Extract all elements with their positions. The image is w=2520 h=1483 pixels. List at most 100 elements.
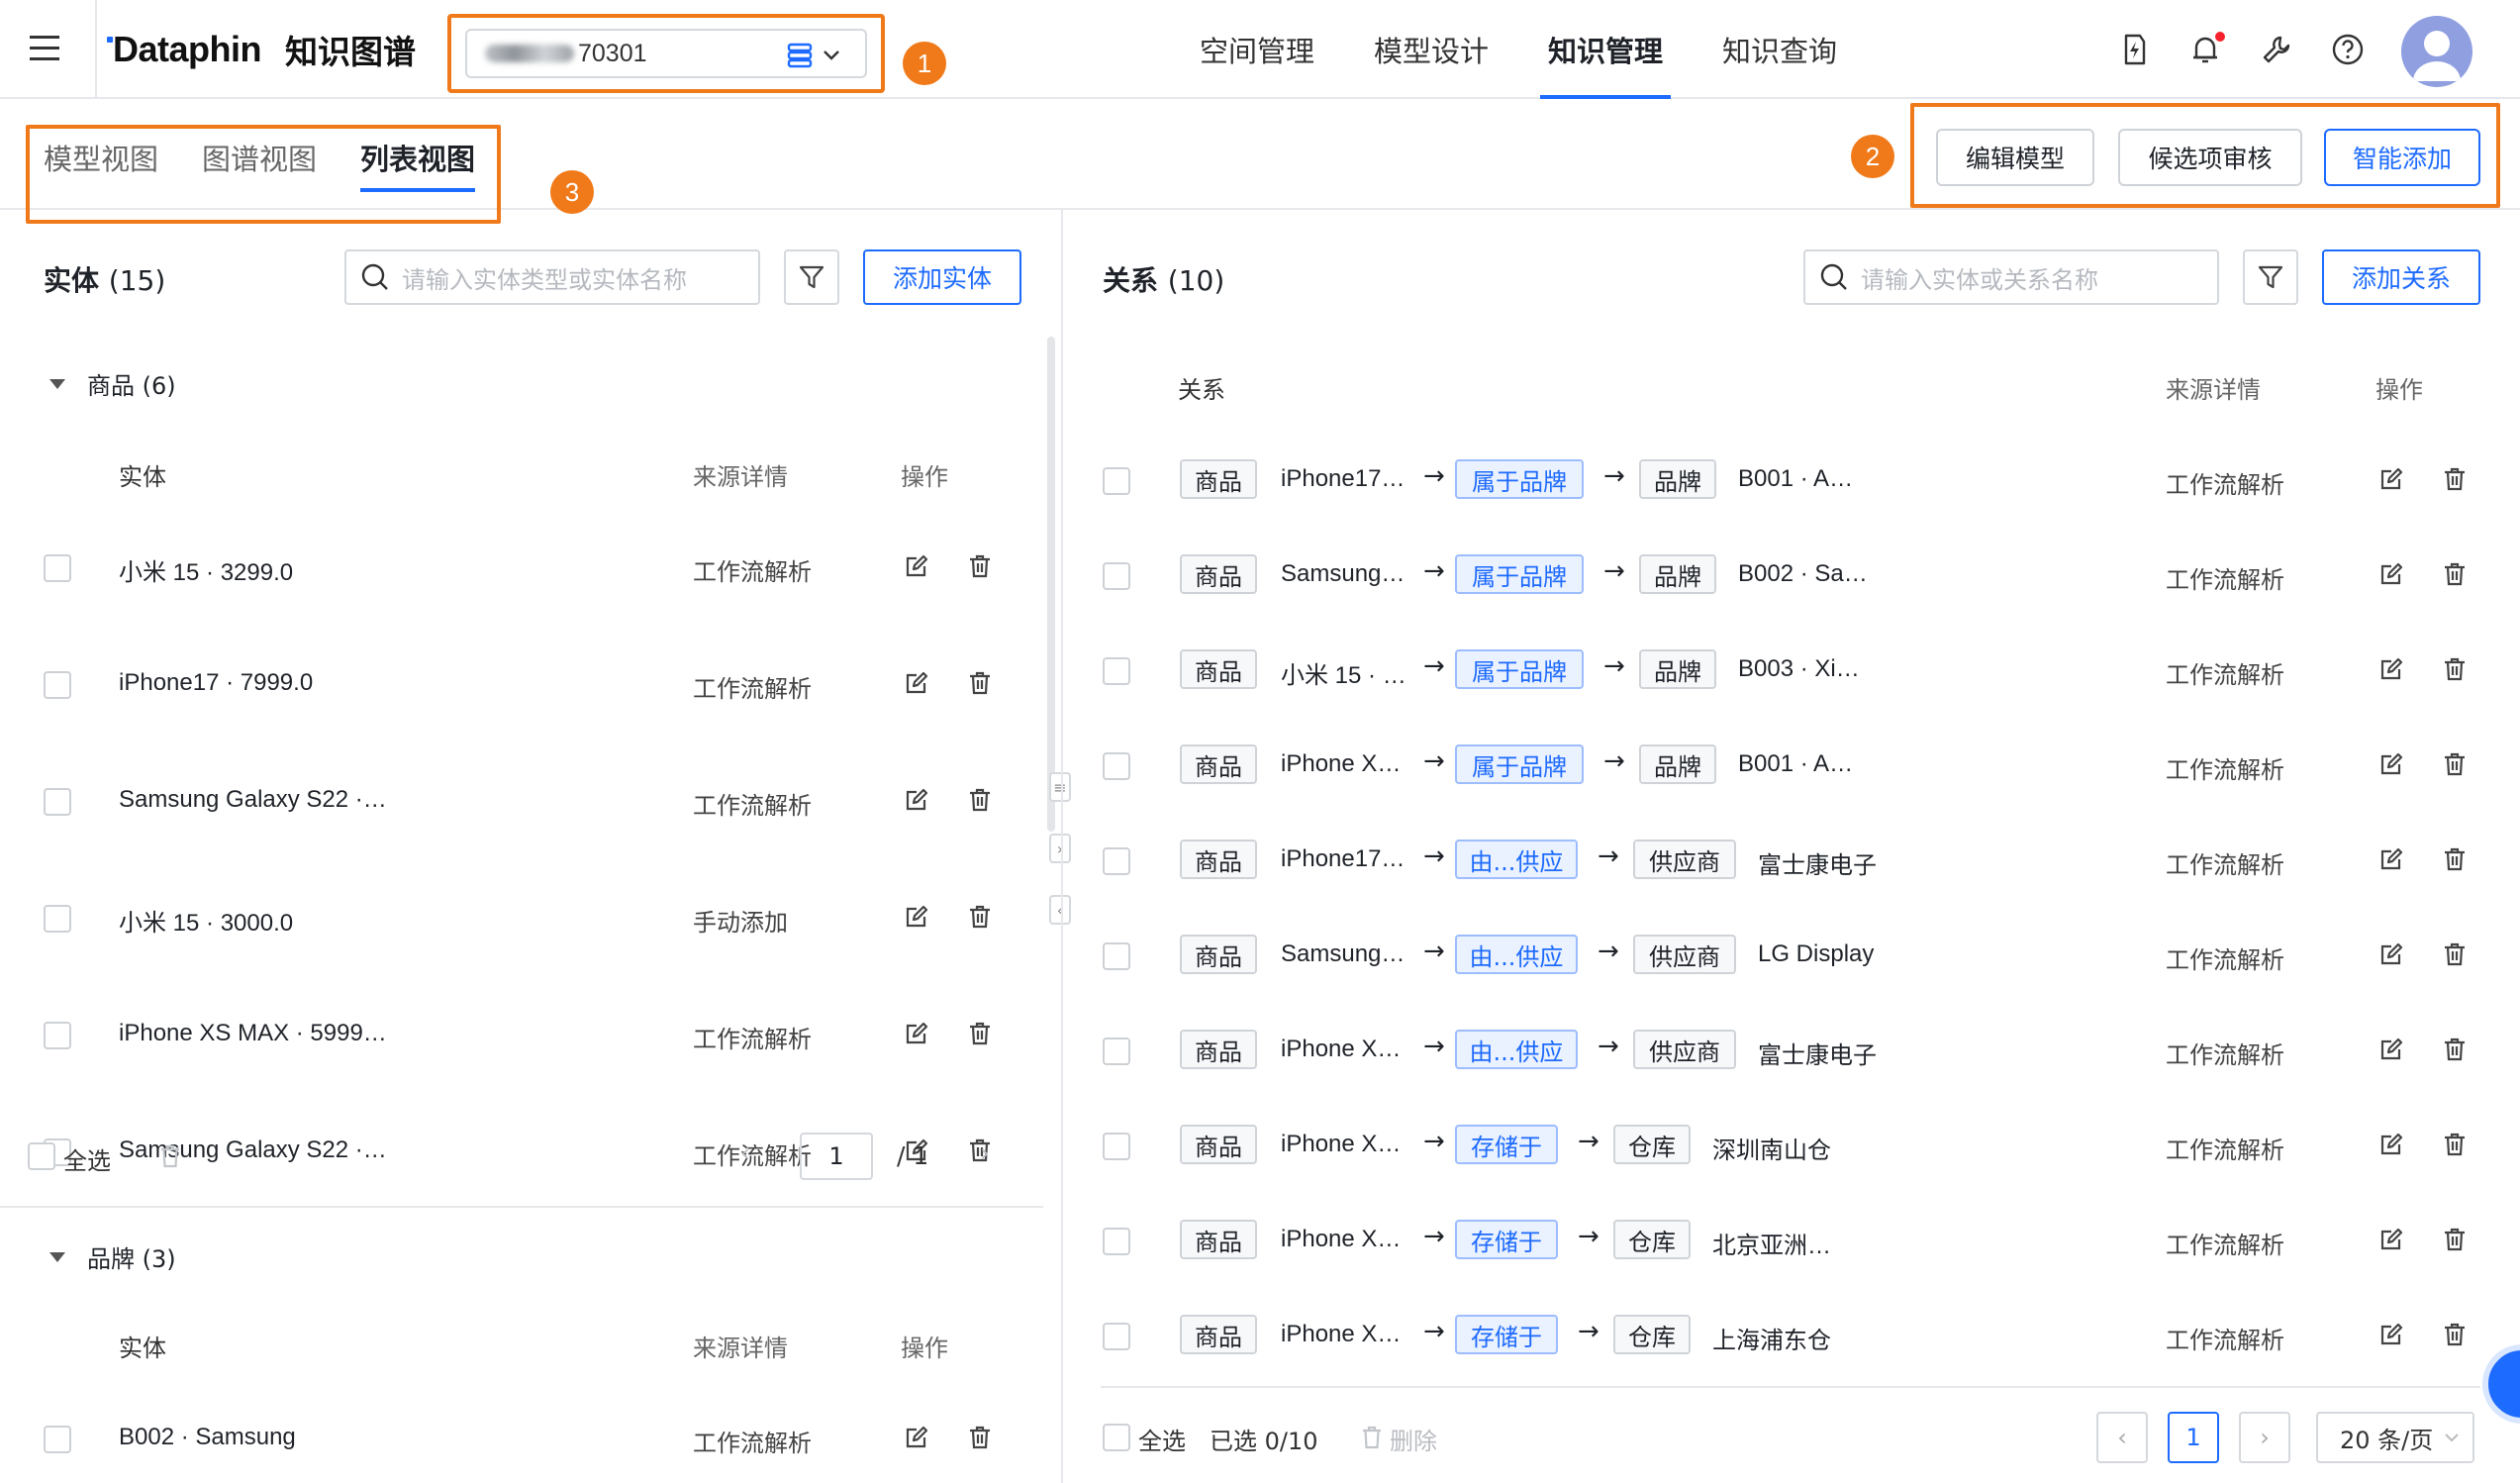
relation-type-tag[interactable]: 属于品牌 [1455,649,1584,689]
edit-icon[interactable] [903,786,930,814]
row-checkbox[interactable] [44,1426,71,1453]
delete-icon[interactable] [2441,655,2469,683]
delete-icon[interactable] [2441,1036,2469,1063]
delete-icon[interactable] [2441,1321,2469,1348]
edit-icon[interactable] [2377,465,2405,493]
delete-icon[interactable] [966,669,994,697]
edit-icon[interactable] [903,903,930,931]
edit-icon[interactable] [2377,1036,2405,1063]
select-all-checkbox[interactable] [28,1142,55,1170]
delete-icon[interactable] [966,786,994,814]
relation-type-tag[interactable]: 存储于 [1455,1220,1558,1259]
edit-icon[interactable] [903,669,930,697]
relation-type-tag[interactable]: 由...供应 [1455,1030,1578,1069]
wrench-icon[interactable] [2259,32,2294,67]
add-relation-button[interactable]: 添加关系 [2322,249,2480,305]
group-header-product[interactable]: 商品 (6) [49,366,176,401]
relation-row-checkbox[interactable] [1103,562,1130,590]
menu-icon[interactable] [30,34,63,63]
delete-icon[interactable] [2441,560,2469,588]
relation-row-checkbox[interactable] [1103,1133,1130,1160]
edit-icon[interactable] [2377,845,2405,873]
bulk-delete-icon[interactable] [156,1142,184,1170]
delete-icon[interactable] [2441,940,2469,968]
row-checkbox[interactable] [44,671,71,699]
nav-model-design[interactable]: 模型设计 [1374,0,1489,99]
relation-search-input[interactable]: 请输入实体或关系名称 [1803,249,2219,305]
relation-row-checkbox[interactable] [1103,847,1130,875]
delete-icon[interactable] [2441,1131,2469,1158]
row-checkbox[interactable] [44,1022,71,1049]
bolt-icon[interactable] [2116,32,2152,67]
relation-row-checkbox[interactable] [1103,942,1130,970]
relation-row-checkbox[interactable] [1103,1323,1130,1350]
nav-knowledge-query[interactable]: 知识查询 [1722,0,1837,99]
next-page-icon[interactable]: › [980,1138,990,1167]
delete-icon[interactable] [966,1020,994,1047]
delete-icon[interactable] [966,552,994,580]
delete-icon[interactable] [2441,845,2469,873]
relation-row-checkbox[interactable] [1103,467,1130,495]
help-icon[interactable] [2330,32,2366,67]
group-header-brand[interactable]: 品牌 (3) [49,1239,176,1274]
edit-icon[interactable] [2377,1131,2405,1158]
edit-icon[interactable] [903,1020,930,1047]
edit-model-button[interactable]: 编辑模型 [1936,129,2094,186]
edit-icon[interactable] [2377,560,2405,588]
delete-icon[interactable] [966,1424,994,1451]
entity-page-input[interactable]: 1 [800,1133,873,1180]
add-entity-button[interactable]: 添加实体 [863,249,1021,305]
edit-icon[interactable] [2377,1226,2405,1253]
relation-row-checkbox[interactable] [1103,1038,1130,1065]
relation-type-tag[interactable]: 属于品牌 [1455,554,1584,594]
edit-icon[interactable] [2377,655,2405,683]
relation-type-tag[interactable]: 由...供应 [1455,840,1578,879]
edit-icon[interactable] [2377,750,2405,778]
relation-row-checkbox[interactable] [1103,657,1130,685]
relations-current-page[interactable]: 1 [2168,1412,2219,1463]
edit-icon[interactable] [2377,1321,2405,1348]
resize-handle-icon[interactable]: ≡ [1049,772,1071,802]
relation-type-tag[interactable]: 属于品牌 [1455,744,1584,784]
tab-graph-view[interactable]: 图谱视图 [202,137,317,178]
delete-icon[interactable] [2441,1226,2469,1253]
nav-space-management[interactable]: 空间管理 [1200,0,1314,99]
relation-type-tag[interactable]: 由...供应 [1455,935,1578,974]
smart-add-button[interactable]: 智能添加 [2324,129,2480,186]
row-checkbox[interactable] [44,905,71,933]
relations-delete-button[interactable]: 删除 [1390,1422,1437,1456]
nav-knowledge-management[interactable]: 知识管理 [1539,0,1672,99]
entity-filter-button[interactable] [784,249,839,305]
tab-list-view[interactable]: 列表视图 [360,137,476,192]
relations-next-page-icon[interactable]: › [2239,1412,2290,1463]
prev-page-icon[interactable]: ‹ [740,1138,750,1167]
entity-scrollbar[interactable] [1047,337,1055,832]
brand[interactable]: Dataphin 知识图谱 [113,28,416,71]
relations-delete-icon[interactable] [1358,1424,1386,1451]
relations-select-all-checkbox[interactable] [1103,1424,1130,1451]
avatar[interactable] [2401,16,2472,87]
relation-filter-button[interactable] [2243,249,2298,305]
row-checkbox[interactable] [44,788,71,816]
collapse-left-icon[interactable]: ‹ [1049,895,1071,925]
relation-type-tag[interactable]: 存储于 [1455,1125,1558,1164]
delete-icon[interactable] [2441,750,2469,778]
relation-type-tag[interactable]: 属于品牌 [1455,459,1584,499]
relations-prev-page-icon[interactable]: ‹ [2096,1412,2148,1463]
entity-search-input[interactable]: 请输入实体类型或实体名称 [344,249,760,305]
project-selector[interactable]: 70301 [465,29,867,78]
delete-icon[interactable] [2441,465,2469,493]
review-candidates-button[interactable]: 候选项审核 [2118,129,2302,186]
relation-type-tag[interactable]: 存储于 [1455,1315,1558,1354]
delete-icon[interactable] [966,903,994,931]
edit-icon[interactable] [903,552,930,580]
edit-icon[interactable] [2377,940,2405,968]
relation-row-checkbox[interactable] [1103,1228,1130,1255]
help-float-icon[interactable] [2482,1344,2520,1424]
row-checkbox[interactable] [44,554,71,582]
page-size-select[interactable]: 20 条/页 [2316,1412,2474,1463]
relation-row-checkbox[interactable] [1103,752,1130,780]
edit-icon[interactable] [903,1424,930,1451]
expand-right-icon[interactable]: › [1049,834,1071,863]
tab-model-view[interactable]: 模型视图 [44,137,158,178]
